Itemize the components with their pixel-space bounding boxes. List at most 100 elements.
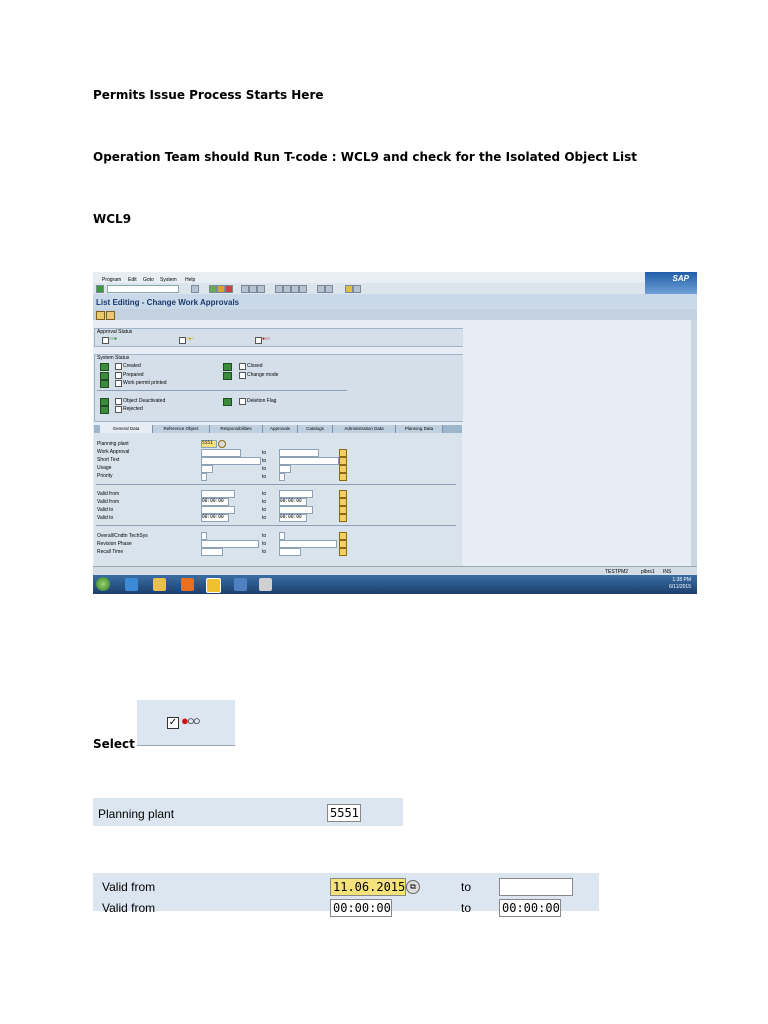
shortcut-icon[interactable] <box>325 285 333 293</box>
find-icon[interactable] <box>249 285 257 293</box>
approval-status-title: Approval Status <box>97 329 133 335</box>
search-help-icon[interactable] <box>218 440 226 448</box>
valid-to-date-input[interactable] <box>201 506 235 514</box>
change-mode-checkbox[interactable] <box>239 372 246 379</box>
work-permit-printed-checkbox[interactable] <box>115 380 122 387</box>
multiple-selection-icon[interactable] <box>339 548 347 556</box>
print-icon[interactable] <box>241 285 249 293</box>
overall-techsys-to-input[interactable] <box>279 532 285 540</box>
created-checkbox[interactable] <box>115 363 122 370</box>
multiple-selection-icon[interactable] <box>339 473 347 481</box>
multiple-selection-icon[interactable] <box>339 532 347 540</box>
work-approval-from-input[interactable] <box>201 449 241 457</box>
valid-from-time-input[interactable]: 00:00:00 <box>330 899 392 917</box>
status-toggle-icon[interactable] <box>100 406 109 414</box>
approval-status-green-checkbox[interactable] <box>102 337 109 344</box>
valid-from-date-to-input[interactable] <box>279 490 313 498</box>
paint-icon[interactable] <box>259 578 272 591</box>
windows-start-icon[interactable] <box>96 577 110 591</box>
tab-responsibilities[interactable]: Responsibilities <box>210 425 263 433</box>
multiple-selection-icon[interactable] <box>339 490 347 498</box>
last-page-icon[interactable] <box>299 285 307 293</box>
prev-page-icon[interactable] <box>283 285 291 293</box>
tab-administration-data[interactable]: Administration Data <box>333 425 396 433</box>
multiple-selection-icon[interactable] <box>339 514 347 522</box>
status-toggle-icon[interactable] <box>100 380 109 388</box>
layout-icon[interactable] <box>353 285 361 293</box>
to-label: to <box>262 499 267 505</box>
windows-taskbar: 1:38 PM 6/11/2015 <box>93 575 697 594</box>
save-icon[interactable] <box>191 285 199 293</box>
multiple-selection-icon[interactable] <box>339 540 347 548</box>
tab-approvals[interactable]: Approvals <box>263 425 298 433</box>
multiple-selection-icon[interactable] <box>339 506 347 514</box>
revision-phase-from-input[interactable] <box>201 540 259 548</box>
planning-plant-input[interactable]: 5551 <box>201 440 217 448</box>
valid-from-date-input[interactable]: 11.06.2015 <box>330 878 406 896</box>
multiple-selection-icon[interactable] <box>339 457 347 465</box>
revision-phase-to-input[interactable] <box>279 540 337 548</box>
multiple-selection-icon[interactable] <box>339 498 347 506</box>
recall-time-from-input[interactable] <box>201 548 223 556</box>
exit-icon[interactable] <box>217 285 225 293</box>
valid-to-time-input[interactable]: 00:00:00 <box>201 514 229 522</box>
status-toggle-icon[interactable] <box>100 372 109 380</box>
new-session-icon[interactable] <box>317 285 325 293</box>
command-field[interactable] <box>107 285 179 293</box>
priority-from-input[interactable] <box>201 473 207 481</box>
tab-reference-object[interactable]: Reference Object <box>153 425 210 433</box>
planning-plant-input[interactable]: 5551 <box>327 804 361 822</box>
internet-explorer-icon[interactable] <box>125 578 138 591</box>
usage-from-input[interactable] <box>201 465 213 473</box>
status-toggle-icon[interactable] <box>100 363 109 371</box>
object-deactivated-checkbox[interactable] <box>115 398 122 405</box>
valid-from-time-to-input[interactable]: 00:00:00 <box>279 498 307 506</box>
next-page-icon[interactable] <box>291 285 299 293</box>
explorer-folder-icon[interactable] <box>153 578 166 591</box>
usage-to-input[interactable] <box>279 465 291 473</box>
variant-icon[interactable] <box>106 311 115 320</box>
short-text-to-input[interactable] <box>279 457 339 465</box>
tab-planning-data[interactable]: Planning Data <box>396 425 443 433</box>
recall-time-to-input[interactable] <box>279 548 301 556</box>
execute-icon[interactable] <box>96 311 105 320</box>
valid-from-time-input[interactable]: 00:00:00 <box>201 498 229 506</box>
deletion-flag-checkbox[interactable] <box>239 398 246 405</box>
tab-general-data[interactable]: General Data <box>100 425 153 433</box>
checked-checkbox-icon[interactable]: ✓ <box>167 717 179 729</box>
help-icon[interactable] <box>345 285 353 293</box>
tab-catalogs[interactable]: Catalogs <box>298 425 333 433</box>
back-icon[interactable] <box>209 285 217 293</box>
traffic-light-red-icon: ●○○ <box>262 336 270 342</box>
short-text-from-input[interactable] <box>201 457 261 465</box>
closed-checkbox[interactable] <box>239 363 246 370</box>
priority-to-input[interactable] <box>279 473 285 481</box>
approval-status-red-checkbox[interactable] <box>255 337 262 344</box>
find-next-icon[interactable] <box>257 285 265 293</box>
valid-to-time-to-input[interactable]: 00:00:00 <box>279 514 307 522</box>
multiple-selection-icon[interactable] <box>339 449 347 457</box>
vertical-scrollbar[interactable] <box>691 320 697 566</box>
document-icon[interactable] <box>234 578 247 591</box>
enter-icon[interactable] <box>96 285 104 293</box>
status-toggle-icon[interactable] <box>223 363 232 371</box>
valid-from-date-to-input[interactable] <box>499 878 573 896</box>
approval-status-yellow-checkbox[interactable] <box>179 337 186 344</box>
status-toggle-icon[interactable] <box>223 398 232 406</box>
multiple-selection-icon[interactable] <box>339 465 347 473</box>
valid-to-date-to-input[interactable] <box>279 506 313 514</box>
media-player-icon[interactable] <box>181 578 194 591</box>
status-toggle-icon[interactable] <box>100 398 109 406</box>
heading-permits-issue: Permits Issue Process Starts Here <box>93 88 324 102</box>
overall-techsys-from-input[interactable] <box>201 532 207 540</box>
sap-logon-icon[interactable] <box>206 578 221 593</box>
search-help-icon[interactable]: ⧉ <box>406 880 420 894</box>
work-approval-to-input[interactable] <box>279 449 319 457</box>
cancel-icon[interactable] <box>225 285 233 293</box>
prepared-checkbox[interactable] <box>115 372 122 379</box>
valid-from-date-input[interactable] <box>201 490 235 498</box>
valid-from-time-to-input[interactable]: 00:00:00 <box>499 899 561 917</box>
status-toggle-icon[interactable] <box>223 372 232 380</box>
rejected-checkbox[interactable] <box>115 406 122 413</box>
first-page-icon[interactable] <box>275 285 283 293</box>
